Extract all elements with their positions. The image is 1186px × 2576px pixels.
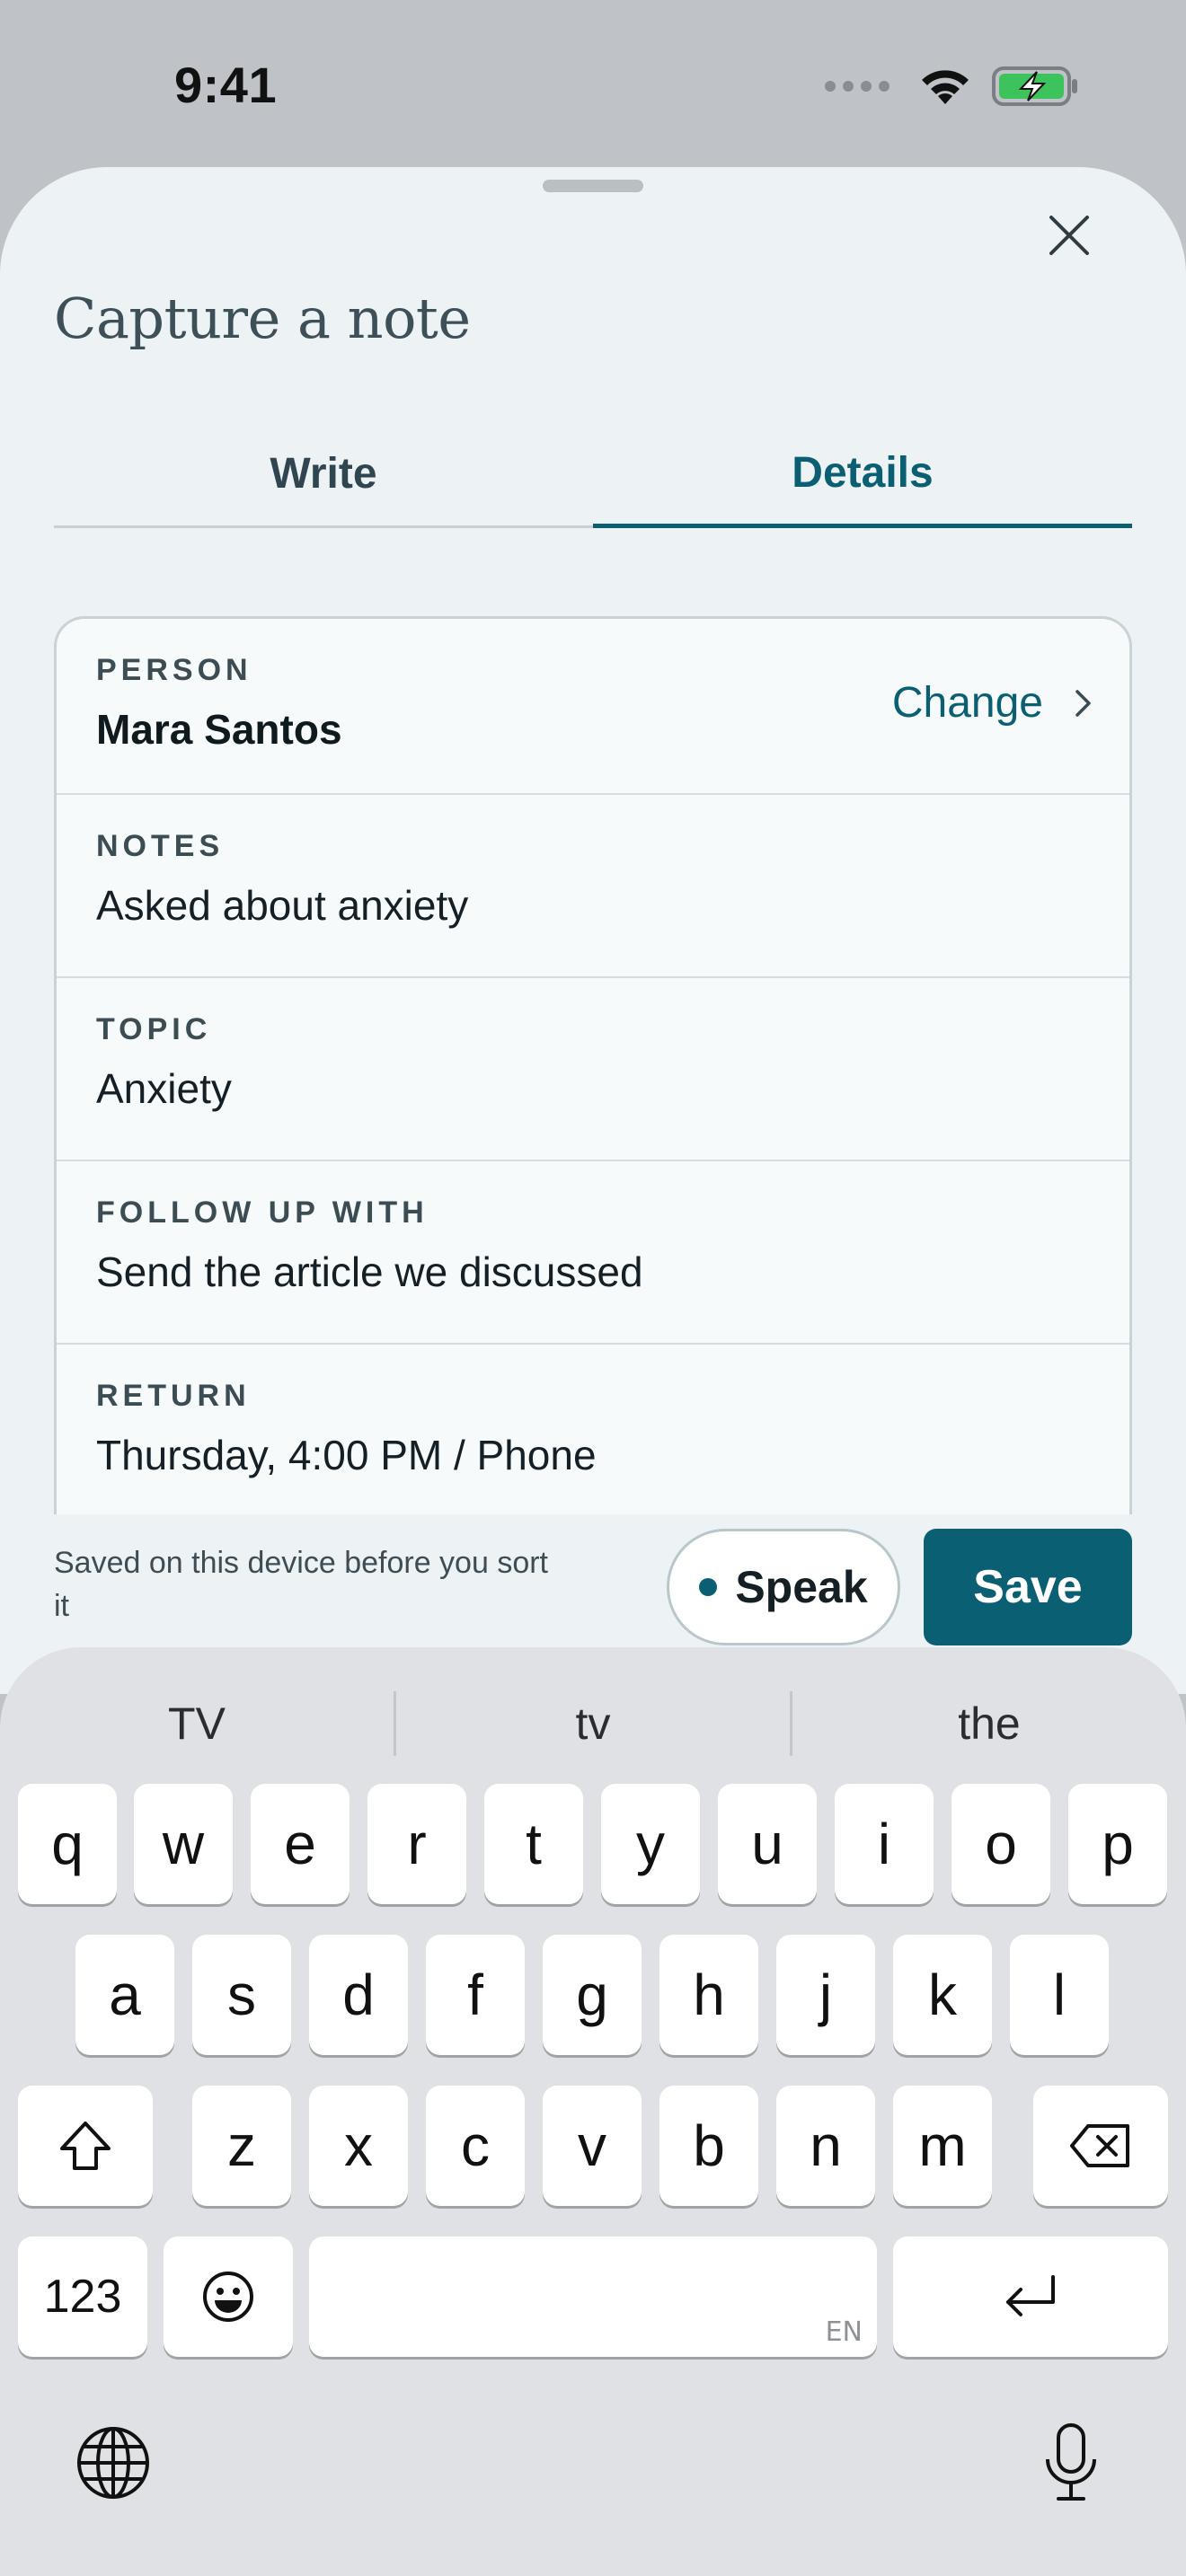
space-key[interactable]: EN bbox=[309, 2236, 877, 2357]
topic-row[interactable]: TOPIC Anxiety bbox=[57, 978, 1129, 1161]
tab-bar: Write Details bbox=[54, 422, 1132, 528]
topic-value: Anxiety bbox=[96, 1065, 232, 1112]
battery-charging-icon bbox=[992, 66, 1077, 106]
keyboard: TV tv the q w e r t y u i o p a s d f g … bbox=[0, 1647, 1186, 2576]
topic-label: TOPIC bbox=[96, 1012, 212, 1046]
follow-up-value: Send the article we discussed bbox=[96, 1248, 643, 1295]
key-a[interactable]: a bbox=[75, 1935, 174, 2055]
close-icon bbox=[1049, 216, 1089, 255]
shift-key[interactable] bbox=[18, 2086, 153, 2206]
key-j[interactable]: j bbox=[776, 1935, 875, 2055]
key-s[interactable]: s bbox=[192, 1935, 291, 2055]
return-value: Thursday, 4:00 PM / Phone bbox=[96, 1432, 597, 1478]
emoji-icon bbox=[203, 2272, 253, 2322]
return-key[interactable] bbox=[893, 2236, 1168, 2357]
capture-note-sheet: Capture a note Write Details PERSON Mara… bbox=[0, 167, 1186, 1694]
key-b[interactable]: b bbox=[659, 2086, 758, 2206]
emoji-key[interactable] bbox=[164, 2236, 293, 2357]
key-h[interactable]: h bbox=[659, 1935, 758, 2055]
speak-label: Speak bbox=[735, 1562, 868, 1612]
key-t[interactable]: t bbox=[484, 1784, 583, 1904]
tab-details[interactable]: Details bbox=[593, 422, 1132, 528]
key-y[interactable]: y bbox=[601, 1784, 700, 1904]
person-label: PERSON bbox=[96, 653, 252, 687]
tab-write[interactable]: Write bbox=[54, 422, 593, 528]
predictive-suggestions: TV tv the bbox=[0, 1683, 1186, 1764]
key-o[interactable]: o bbox=[951, 1784, 1050, 1904]
space-language-label: EN bbox=[825, 2316, 863, 2348]
screen: 9:41 Capture a note Write Details PERSON… bbox=[0, 0, 1186, 2576]
key-x[interactable]: x bbox=[309, 2086, 408, 2206]
key-z[interactable]: z bbox=[192, 2086, 291, 2206]
follow-up-row[interactable]: FOLLOW UP WITH Send the article we discu… bbox=[57, 1161, 1129, 1345]
person-row[interactable]: PERSON Mara Santos Change bbox=[57, 619, 1129, 795]
key-r[interactable]: r bbox=[367, 1784, 466, 1904]
speak-button[interactable]: Speak bbox=[667, 1529, 900, 1645]
return-icon bbox=[1006, 2275, 1055, 2316]
notes-value: Asked about anxiety bbox=[96, 882, 469, 929]
close-button[interactable] bbox=[1042, 208, 1096, 262]
change-person-button[interactable]: Change bbox=[892, 678, 1093, 728]
sheet-grabber[interactable] bbox=[543, 180, 643, 192]
suggestion-item[interactable]: the bbox=[792, 1683, 1186, 1764]
chevron-right-icon bbox=[1075, 689, 1091, 717]
key-f[interactable]: f bbox=[426, 1935, 525, 2055]
saved-locally-note: Saved on this device before you sort it bbox=[54, 1546, 548, 1623]
shift-icon bbox=[60, 2122, 111, 2170]
delete-key[interactable] bbox=[1033, 2086, 1168, 2206]
key-p[interactable]: p bbox=[1068, 1784, 1167, 1904]
key-d[interactable]: d bbox=[309, 1935, 408, 2055]
key-v[interactable]: v bbox=[543, 2086, 642, 2206]
return-label: RETURN bbox=[96, 1379, 251, 1413]
key-l[interactable]: l bbox=[1010, 1935, 1109, 2055]
backspace-icon bbox=[1070, 2124, 1129, 2167]
key-w[interactable]: w bbox=[134, 1784, 233, 1904]
key-e[interactable]: e bbox=[251, 1784, 350, 1904]
key-i[interactable]: i bbox=[835, 1784, 934, 1904]
person-name: Mara Santos bbox=[96, 706, 342, 753]
key-c[interactable]: c bbox=[426, 2086, 525, 2206]
status-time: 9:41 bbox=[174, 57, 278, 113]
details-card: PERSON Mara Santos Change NOTES Asked ab… bbox=[54, 616, 1132, 1514]
sheet-title: Capture a note bbox=[54, 286, 471, 351]
notes-row[interactable]: NOTES Asked about anxiety bbox=[57, 795, 1129, 978]
suggestion-item[interactable]: tv bbox=[396, 1683, 790, 1764]
key-k[interactable]: k bbox=[893, 1935, 992, 2055]
key-m[interactable]: m bbox=[893, 2086, 992, 2206]
status-icons bbox=[825, 65, 1078, 108]
globe-icon bbox=[77, 2427, 149, 2499]
key-q[interactable]: q bbox=[18, 1784, 117, 1904]
return-row[interactable]: RETURN Thursday, 4:00 PM / Phone bbox=[57, 1345, 1129, 1514]
language-switch-button[interactable] bbox=[75, 2425, 151, 2505]
numbers-key[interactable]: 123 bbox=[18, 2236, 147, 2357]
dictation-button[interactable] bbox=[1042, 2422, 1100, 2509]
notes-label: NOTES bbox=[96, 829, 225, 863]
suggestion-item[interactable]: TV bbox=[0, 1683, 394, 1764]
save-button[interactable]: Save bbox=[924, 1529, 1132, 1645]
follow-up-label: FOLLOW UP WITH bbox=[96, 1195, 429, 1230]
cellular-signal-icon bbox=[825, 81, 890, 92]
change-label: Change bbox=[891, 679, 1043, 727]
key-n[interactable]: n bbox=[776, 2086, 875, 2206]
microphone-icon bbox=[1046, 2423, 1096, 2501]
key-u[interactable]: u bbox=[718, 1784, 817, 1904]
record-dot-icon bbox=[699, 1578, 718, 1596]
wifi-icon bbox=[922, 70, 969, 104]
key-g[interactable]: g bbox=[543, 1935, 642, 2055]
